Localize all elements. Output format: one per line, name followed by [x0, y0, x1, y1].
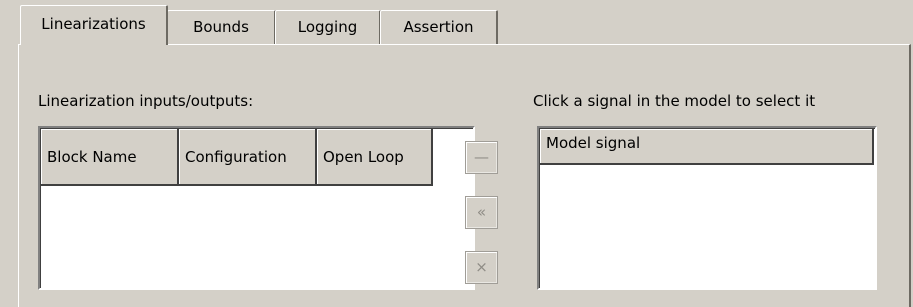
tab-bounds-label: Bounds: [193, 18, 249, 36]
linearizations-panel: [18, 44, 911, 307]
tab-bounds[interactable]: Bounds: [167, 10, 276, 45]
tab-linearizations-label: Linearizations: [41, 15, 146, 33]
tab-linearizations[interactable]: Linearizations: [20, 5, 168, 47]
tab-assertion-label: Assertion: [403, 18, 474, 36]
tab-logging[interactable]: Logging: [275, 10, 381, 45]
tab-logging-label: Logging: [297, 18, 358, 36]
tab-assertion[interactable]: Assertion: [380, 10, 498, 45]
